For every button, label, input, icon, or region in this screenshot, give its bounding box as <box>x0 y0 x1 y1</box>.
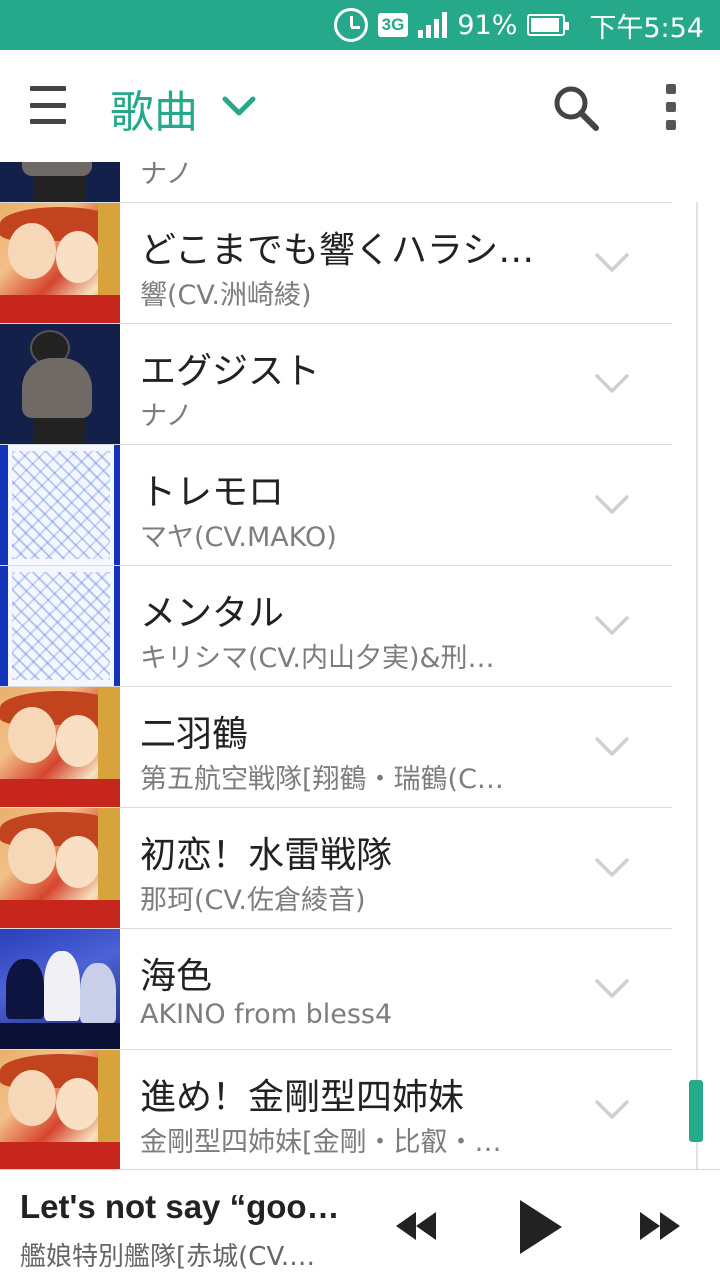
song-title: メンタル <box>140 593 285 634</box>
album-art <box>0 929 120 1049</box>
song-row[interactable]: エグジスト ナノ <box>0 324 672 445</box>
rewind-icon[interactable] <box>396 1212 436 1240</box>
song-row[interactable]: トレモロマヤ(CV.MAKO) <box>0 445 672 566</box>
page-title[interactable]: 歌曲 <box>110 76 198 140</box>
expand-chevron-icon[interactable] <box>594 251 630 275</box>
song-row[interactable]: 進め！金剛型四姉妹金剛型四姉妹[金剛・比叡・… <box>0 1050 672 1169</box>
more-vert-icon[interactable] <box>664 84 678 130</box>
album-art <box>0 445 120 565</box>
album-art <box>0 566 120 686</box>
network-type-icon: 3G <box>377 13 409 37</box>
expand-chevron-icon[interactable] <box>594 1098 630 1122</box>
album-art <box>0 808 120 928</box>
song-row[interactable]: メンタルキリシマ(CV.内山夕実)&刑… <box>0 566 672 687</box>
status-bar: 3G 91% 下午5:54 <box>0 0 720 50</box>
song-title: どこまでも響くハラシ… <box>140 230 535 271</box>
album-art <box>0 203 120 323</box>
app-bar: 歌曲 <box>0 50 720 162</box>
song-row[interactable]: 二羽鶴第五航空戦隊[翔鶴・瑞鶴(C… <box>0 687 672 808</box>
song-row[interactable]: 海色 AKINO from bless4 <box>0 929 672 1050</box>
expand-chevron-icon[interactable] <box>594 614 630 638</box>
clock: 下午5:54 <box>589 12 704 44</box>
menu-icon[interactable] <box>30 86 66 124</box>
song-title: 海色 <box>140 956 213 997</box>
song-artist: 響(CV.洲崎綾) <box>140 280 312 311</box>
status-icons: 3G 91% 下午5:54 <box>333 0 704 50</box>
song-title: 二羽鶴 <box>140 714 249 755</box>
song-artist: ナノ <box>140 401 193 432</box>
song-title: 初恋！水雷戦隊 <box>140 835 393 876</box>
song-row[interactable]: どこまでも響くハラシ… 響(CV.洲崎綾) <box>0 203 672 324</box>
song-list[interactable]: ナノ どこまでも響くハラシ… 響(CV.洲崎綾) エグジスト ナノ トレモロ マヤ(CV.M… <box>0 162 720 1169</box>
alarm-icon <box>333 8 368 42</box>
now-playing-artist: 艦娘特別艦隊[赤城(CV.… <box>20 1242 316 1272</box>
signal-icon <box>418 12 448 38</box>
song-artist: 那珂(CV.佐倉綾音) <box>140 885 366 916</box>
album-art <box>0 324 120 444</box>
song-title: エグジスト <box>140 351 321 392</box>
song-row[interactable]: 初恋！水雷戦隊那珂(CV.佐倉綾音) <box>0 808 672 929</box>
expand-chevron-icon[interactable] <box>594 977 630 1001</box>
album-art <box>0 1050 120 1169</box>
fast-forward-icon[interactable] <box>640 1212 680 1240</box>
chevron-down-icon[interactable] <box>222 94 256 118</box>
play-icon[interactable] <box>518 1200 562 1254</box>
album-art <box>0 687 120 807</box>
scrollbar-track <box>696 202 698 1169</box>
album-art <box>0 162 120 202</box>
expand-chevron-icon[interactable] <box>594 372 630 396</box>
expand-chevron-icon[interactable] <box>594 493 630 517</box>
expand-chevron-icon[interactable] <box>594 735 630 759</box>
song-artist: キリシマ(CV.内山夕実)&刑… <box>140 643 495 674</box>
battery-fill <box>531 18 559 32</box>
battery-percent: 91% <box>457 9 518 41</box>
song-artist: 金剛型四姉妹[金剛・比叡・… <box>140 1127 502 1158</box>
song-artist: ナノ <box>140 162 193 190</box>
scrollbar-thumb[interactable] <box>689 1080 703 1142</box>
song-artist: マヤ(CV.MAKO) <box>140 522 337 553</box>
now-playing-title: Let's not say “goo… <box>20 1188 340 1225</box>
song-row[interactable]: ナノ <box>0 162 672 203</box>
song-title: トレモロ <box>140 472 285 513</box>
song-title: 進め！金剛型四姉妹 <box>140 1077 465 1118</box>
battery-icon <box>527 14 570 36</box>
expand-chevron-icon[interactable] <box>594 856 630 880</box>
song-artist: 第五航空戦隊[翔鶴・瑞鶴(C… <box>140 764 504 795</box>
search-icon[interactable] <box>552 84 600 132</box>
now-playing-bar[interactable]: Let's not say “goo… 艦娘特別艦隊[赤城(CV.… <box>0 1169 720 1280</box>
song-artist: AKINO from bless4 <box>140 999 393 1030</box>
